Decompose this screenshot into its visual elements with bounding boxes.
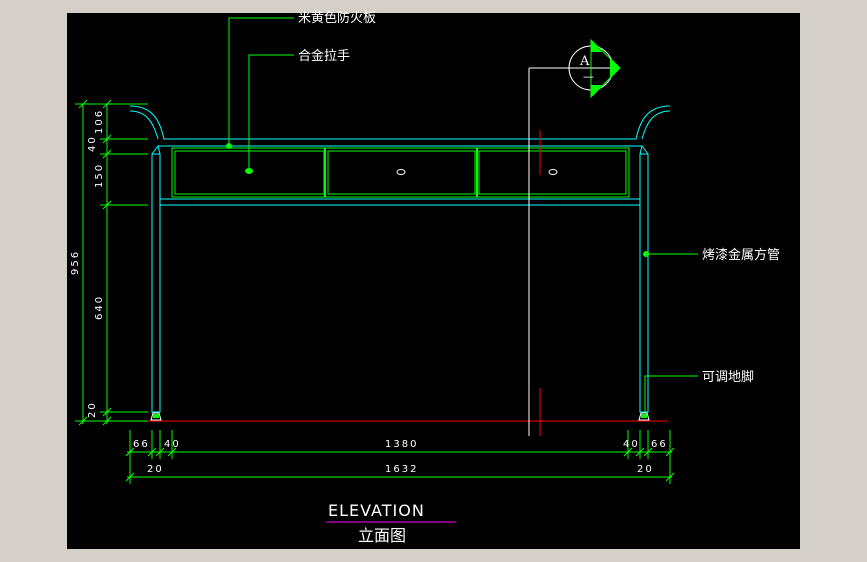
leader-dot-panel xyxy=(226,143,232,149)
title-english: ELEVATION xyxy=(328,501,425,520)
label-panel: 米黄色防火板 xyxy=(298,10,376,26)
dim-66-left: 66 xyxy=(133,439,150,450)
dim-40-left: 40 xyxy=(164,439,181,450)
left-foot-fill xyxy=(153,414,159,418)
dim-40-right: 40 xyxy=(623,439,640,450)
dim-106: 106 xyxy=(94,109,105,134)
elevation-drawing: A — 米黄色防火板 合金拉手 烤漆金属方管 可调地脚 106 40 150 9… xyxy=(67,10,800,549)
dim-956: 956 xyxy=(70,250,81,275)
leader-dot-tube xyxy=(643,251,649,257)
section-letter: A xyxy=(579,54,590,69)
title-chinese: 立面图 xyxy=(358,526,406,545)
label-handle: 合金拉手 xyxy=(298,48,350,64)
label-tube: 烤漆金属方管 xyxy=(702,247,780,263)
dim-150: 150 xyxy=(94,163,105,188)
dim-20-bottom-left: 20 xyxy=(147,464,164,475)
dim-1632: 1632 xyxy=(385,464,418,475)
dim-40-top: 40 xyxy=(87,135,98,152)
dim-20-left: 20 xyxy=(87,401,98,418)
dim-1380: 1380 xyxy=(385,439,418,450)
dim-20-bottom-right: 20 xyxy=(637,464,654,475)
label-foot: 可调地脚 xyxy=(702,369,754,385)
right-foot-fill xyxy=(641,414,647,418)
dim-66-right: 66 xyxy=(651,439,668,450)
drawing-area xyxy=(67,13,800,549)
section-sheet: — xyxy=(583,70,594,83)
dim-640: 640 xyxy=(94,295,105,320)
